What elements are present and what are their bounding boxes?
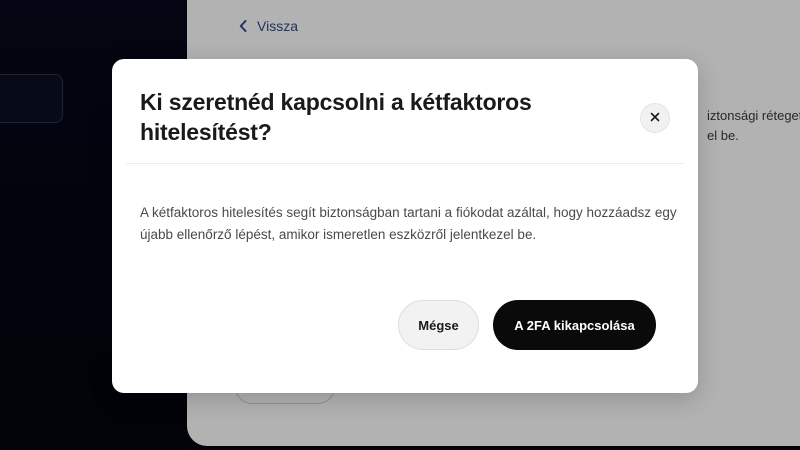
disable-2fa-dialog: Ki szeretnéd kapcsolni a kétfaktoros hit… <box>112 59 698 393</box>
close-button[interactable] <box>640 103 670 133</box>
close-icon <box>650 109 660 127</box>
divider <box>126 163 684 164</box>
cancel-button[interactable]: Mégse <box>398 300 479 350</box>
disable-2fa-button[interactable]: A 2FA kikapcsolása <box>493 300 656 350</box>
dialog-body: A kétfaktoros hitelesítés segít biztonsá… <box>140 205 677 242</box>
dialog-title: Ki szeretnéd kapcsolni a kétfaktoros hit… <box>140 89 532 145</box>
